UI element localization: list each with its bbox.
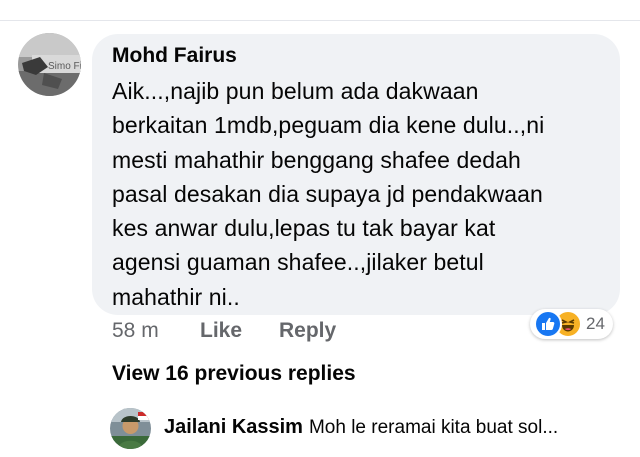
profile-photo-icon (110, 408, 151, 449)
profile-photo-icon: Simo Fi (18, 33, 81, 96)
reply-preview[interactable]: Jailani Kassim Moh le reramai kita buat s… (164, 416, 558, 439)
avatar[interactable]: Simo Fi (18, 33, 81, 96)
svg-text:Simo Fi: Simo Fi (48, 61, 81, 72)
comment-text-line: pasal desakan dia supaya jd pendakwaan (112, 180, 543, 207)
reply-button[interactable]: Reply (279, 319, 336, 343)
like-icon (534, 310, 562, 338)
divider (0, 20, 640, 21)
reaction-count: 24 (586, 314, 605, 333)
reply-snippet: Moh le reramai kita buat sol... (308, 417, 559, 438)
comment-text-line: mesti mahathir benggang shafee dedah (112, 146, 521, 173)
comment-text-line: kes anwar dulu,lepas tu tak bayar kat (112, 215, 496, 242)
comment-text: Aik...,najib pun belum ada dakwaan berka… (112, 74, 612, 314)
comment-text-line: berkaitan 1mdb,peguam dia kene dulu..,ni (112, 112, 545, 139)
reply-author[interactable]: Jailani Kassim (164, 416, 303, 438)
comment-thread: Simo Fi Mohd Fairus Aik...,najib pun bel… (0, 0, 640, 457)
comment-text-line: agensi guaman shafee..,jilaker betul (112, 249, 484, 276)
comment-text-line: mahathir ni.. (112, 283, 240, 310)
view-previous-replies-link[interactable]: View 16 previous replies (112, 362, 356, 386)
comment-author[interactable]: Mohd Fairus (112, 44, 237, 68)
comment-text-line: Aik...,najib pun belum ada dakwaan (112, 78, 479, 104)
comment-timestamp[interactable]: 58 m (112, 319, 159, 343)
reply-avatar[interactable] (110, 408, 151, 449)
like-button[interactable]: Like (200, 319, 242, 343)
reactions-summary[interactable]: 24 (530, 309, 613, 339)
